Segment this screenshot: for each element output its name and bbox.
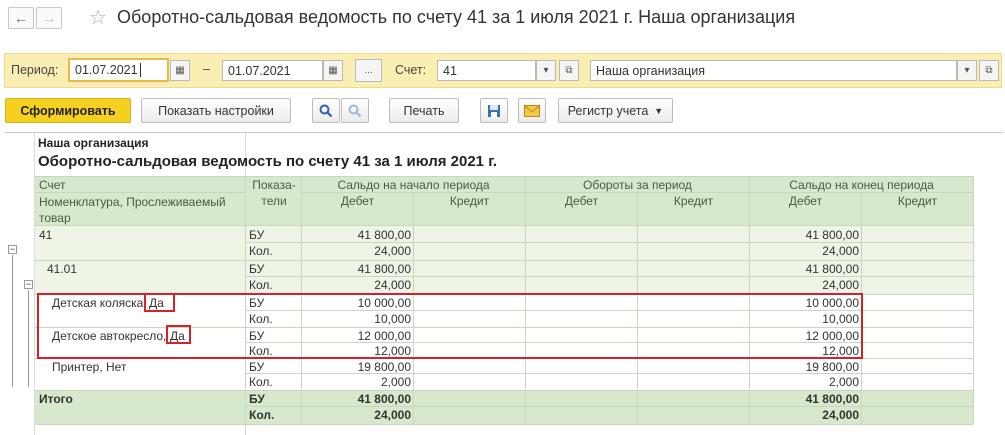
row-opening-debit: 41 800,00: [357, 262, 411, 276]
row-name: 41.01: [47, 262, 78, 276]
row-closing-debit: 19 800,00: [805, 360, 859, 374]
header-turnover-credit: Кредит: [673, 194, 714, 208]
header-opening-credit: Кредит: [449, 194, 490, 208]
page-title: Оборотно-сальдовая ведомость по счету 41…: [117, 7, 796, 27]
header-opening-balance: Сальдо на начало периода: [337, 178, 490, 192]
date-to-field[interactable]: 01.07.2021: [222, 60, 323, 81]
envelope-icon: [524, 104, 540, 117]
row-indicator: БУ: [249, 360, 265, 374]
header-closing-balance: Сальдо на конец периода: [789, 178, 934, 192]
row-opening-debit: 24,000: [374, 278, 411, 292]
row-indicator: БУ: [249, 392, 265, 406]
period-label: Период:: [11, 63, 59, 77]
open-account-icon[interactable]: ⧉: [559, 60, 579, 81]
row-opening-debit: 24,000: [374, 408, 411, 422]
row-name: Итого: [39, 392, 73, 406]
report-title: Оборотно-сальдовая ведомость по счету 41…: [38, 153, 498, 170]
row-opening-debit: 41 800,00: [357, 392, 411, 406]
header-subconto: Номенклатура, Прослеживаемый товар: [39, 195, 226, 225]
row-closing-debit: 41 800,00: [805, 228, 859, 242]
row-opening-debit: 41 800,00: [357, 228, 411, 242]
header-closing-credit: Кредит: [897, 194, 938, 208]
account-field[interactable]: 41: [437, 60, 536, 81]
chevron-down-icon: ▼: [654, 105, 664, 116]
period-select-button[interactable]: ...: [355, 59, 382, 82]
row-indicator: БУ: [249, 228, 265, 242]
organization-field[interactable]: Наша организация: [590, 60, 957, 81]
generate-button[interactable]: Сформировать: [5, 98, 131, 123]
show-settings-button[interactable]: Показать настройки: [141, 98, 291, 123]
row-closing-debit: 24,000: [822, 244, 859, 258]
header-opening-debit: Дебет: [340, 194, 375, 208]
row-indicator: Кол.: [249, 408, 275, 422]
account-label: Счет:: [395, 63, 427, 77]
header-turnover: Обороты за период: [583, 178, 692, 192]
row-closing-debit: 24,000: [822, 408, 859, 422]
row-name: 41: [39, 228, 53, 242]
arrow-right-icon: →: [42, 10, 56, 26]
search-settings-button[interactable]: [341, 98, 369, 123]
save-icon: [488, 104, 500, 117]
calendar-from-icon[interactable]: ▦: [170, 60, 190, 81]
row-indicator: Кол.: [249, 244, 273, 258]
row-name: Принтер, Нет: [52, 360, 127, 374]
print-button[interactable]: Печать: [389, 98, 459, 123]
send-email-button[interactable]: [518, 98, 546, 123]
back-button[interactable]: ←: [8, 7, 34, 29]
forward-button[interactable]: →: [36, 7, 62, 29]
calendar-to-icon[interactable]: ▦: [323, 60, 343, 81]
row-indicator: БУ: [249, 262, 265, 276]
row-opening-debit: 19 800,00: [357, 360, 411, 374]
search-button[interactable]: [312, 98, 340, 123]
open-organization-icon[interactable]: ⧉: [979, 60, 999, 81]
chevron-down-icon[interactable]: ▾: [536, 60, 556, 81]
row-closing-debit: 41 800,00: [805, 392, 859, 406]
header-account: Счет: [39, 178, 66, 192]
collapse-41-icon[interactable]: −: [8, 245, 17, 254]
header-indicators: Показа-тели: [252, 178, 296, 208]
period-dash: –: [203, 62, 210, 76]
report-organization: Наша организация: [38, 136, 149, 150]
row-closing-debit: 41 800,00: [805, 262, 859, 276]
header-turnover-debit: Дебет: [564, 194, 599, 208]
row-indicator: Кол.: [249, 278, 273, 292]
row-opening-debit: 2,000: [380, 375, 411, 389]
save-button[interactable]: [480, 98, 508, 123]
arrow-left-icon: ←: [14, 10, 28, 26]
header-closing-debit: Дебет: [788, 194, 823, 208]
highlight-flag-2: [166, 325, 191, 344]
highlight-flag-1: [144, 293, 175, 312]
chevron-down-icon[interactable]: ▾: [957, 60, 977, 81]
date-from-field[interactable]: 01.07.2021: [68, 58, 169, 82]
collapse-4101-icon[interactable]: −: [24, 280, 33, 289]
row-opening-debit: 24,000: [374, 244, 411, 258]
search-icon: [319, 104, 333, 117]
row-indicator: Кол.: [249, 375, 273, 389]
row-closing-debit: 24,000: [822, 278, 859, 292]
row-closing-debit: 2,000: [828, 375, 859, 389]
favorite-star-icon[interactable]: ☆: [89, 5, 107, 30]
accounting-register-dropdown[interactable]: Регистр учета ▼: [558, 98, 673, 123]
search-clear-icon: [348, 104, 362, 117]
